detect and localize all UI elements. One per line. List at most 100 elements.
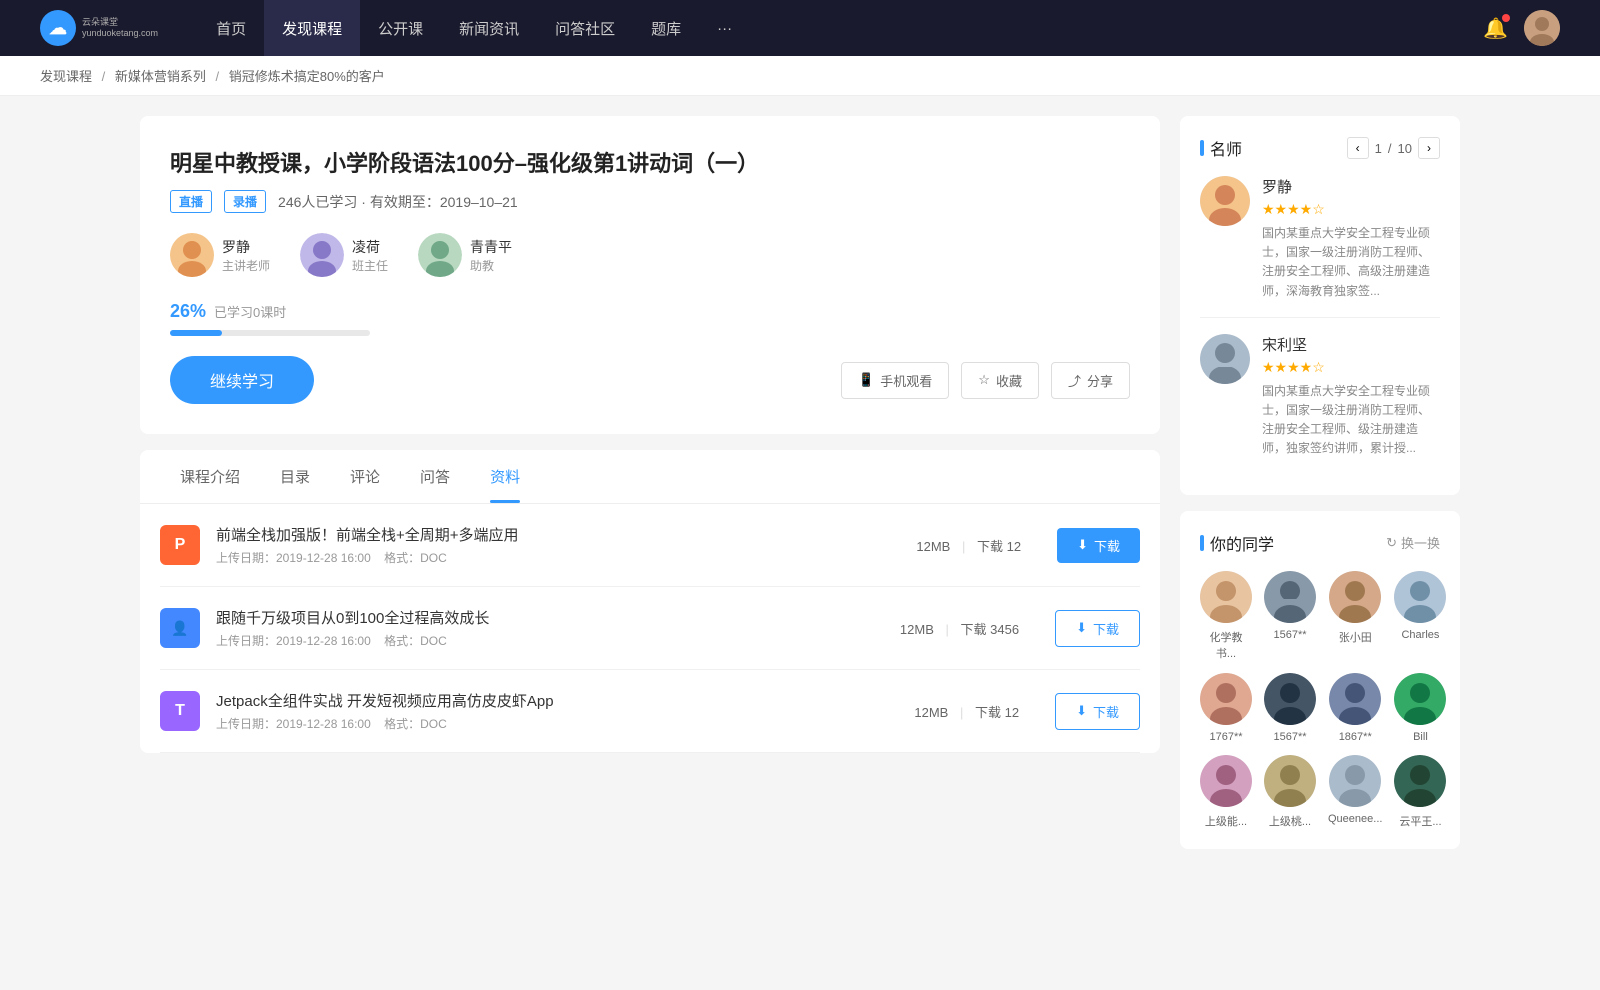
teacher-card-title: 名师 (1200, 136, 1242, 160)
refresh-btn[interactable]: ↻ 换一换 (1386, 533, 1440, 552)
file-name-3: Jetpack全组件实战 开发短视频应用高仿皮皮虾App (216, 690, 878, 711)
tab-intro[interactable]: 课程介绍 (160, 450, 260, 503)
nav-item-qa[interactable]: 问答社区 (537, 0, 633, 56)
progress-bar-bg (170, 330, 370, 336)
breadcrumb-item-1[interactable]: 发现课程 (40, 69, 92, 84)
tab-qa[interactable]: 问答 (400, 450, 470, 503)
pagination-next[interactable]: › (1418, 137, 1440, 159)
mobile-btn[interactable]: 📱 手机观看 (841, 362, 949, 399)
classmate-12[interactable]: 云平王... (1394, 755, 1446, 829)
download-btn-3[interactable]: ⬇ 下载 (1055, 693, 1140, 730)
sidebar-teacher-2-avatar (1200, 334, 1250, 384)
sidebar-teacher-1-stars: ★★★★☆ (1262, 201, 1440, 218)
file-name-2: 跟随千万级项目从0到100全过程高效成长 (216, 607, 864, 628)
nav-item-news[interactable]: 新闻资讯 (441, 0, 537, 56)
refresh-icon: ↻ (1386, 535, 1397, 551)
classmate-2-avatar (1264, 571, 1316, 623)
nav-item-more[interactable]: ··· (699, 0, 750, 56)
file-stats-2: 12MB | 下载 3456 (900, 619, 1019, 638)
classmate-5-name: 1767** (1209, 731, 1242, 743)
breadcrumb-sep-2: / (216, 69, 220, 84)
file-icon-3: T (160, 691, 200, 731)
classmate-3[interactable]: 张小田 (1328, 571, 1382, 661)
file-meta-3: 上传日期：2019-12-28 16:00 格式：DOC (216, 715, 878, 732)
classmate-10-avatar (1264, 755, 1316, 807)
classmate-11-avatar (1329, 755, 1381, 807)
classmate-1-avatar (1200, 571, 1252, 623)
file-icon-2: 👤 (160, 608, 200, 648)
classmates-grid: 化学教书... 1567** 张小田 (1200, 571, 1440, 829)
sidebar-teacher-2-body: 宋利坚 ★★★★☆ 国内某重点大学安全工程专业硕士，国家一级注册消防工程师、注册… (1262, 334, 1440, 459)
teacher-2-avatar (300, 233, 344, 277)
tabs-card: 课程介绍 目录 评论 问答 资料 P 前端全栈加强版！前端全栈+全周期+多端应用… (140, 450, 1160, 753)
teachers-list: 罗静 主讲老师 凌荷 班主任 (170, 233, 1130, 277)
tab-review[interactable]: 评论 (330, 450, 400, 503)
breadcrumb: 发现课程 / 新媒体营销系列 / 销冠修炼术搞定80%的客户 (0, 56, 1600, 96)
file-stats-3: 12MB | 下载 12 (914, 702, 1019, 721)
tabs-header: 课程介绍 目录 评论 问答 资料 (140, 450, 1160, 504)
nav-item-discover[interactable]: 发现课程 (264, 0, 360, 56)
nav-item-home[interactable]: 首页 (198, 0, 264, 56)
share-btn[interactable]: ⤴ 分享 (1051, 362, 1130, 399)
course-actions: 继续学习 📱 手机观看 ☆ 收藏 ⤴ 分享 (170, 356, 1130, 404)
progress-info: 26% 已学习0课时 (170, 301, 1130, 322)
action-btns: 📱 手机观看 ☆ 收藏 ⤴ 分享 (841, 362, 1130, 399)
breadcrumb-item-3[interactable]: 销冠修炼术搞定80%的客户 (229, 69, 385, 84)
classmate-9[interactable]: 上级能... (1200, 755, 1252, 829)
progress-percent: 26% (170, 301, 206, 322)
download-btn-1[interactable]: ⬇ 下载 (1057, 528, 1140, 563)
classmate-8[interactable]: Bill (1394, 673, 1446, 743)
classmate-9-name: 上级能... (1205, 813, 1247, 829)
classmate-5[interactable]: 1767** (1200, 673, 1252, 743)
classmate-10[interactable]: 上级桃... (1264, 755, 1316, 829)
sidebar: 名师 ‹ 1 / 10 › (1180, 116, 1460, 865)
continue-btn[interactable]: 继续学习 (170, 356, 314, 404)
course-card: 明星中教授课，小学阶段语法100分–强化级第1讲动词（一） 直播 录播 246人… (140, 116, 1160, 434)
teacher-card-header: 名师 ‹ 1 / 10 › (1200, 136, 1440, 160)
classmate-7[interactable]: 1867** (1328, 673, 1382, 743)
teacher-3-role: 助教 (470, 257, 512, 274)
nav-item-question[interactable]: 题库 (633, 0, 699, 56)
file-item-2: 👤 跟随千万级项目从0到100全过程高效成长 上传日期：2019-12-28 1… (160, 587, 1140, 670)
teacher-3-info: 青青平 助教 (470, 237, 512, 274)
sidebar-teacher-1-avatar (1200, 176, 1250, 226)
sidebar-teacher-1-body: 罗静 ★★★★☆ 国内某重点大学安全工程专业硕士，国家一级注册消防工程师、注册安… (1262, 176, 1440, 301)
pagination-prev[interactable]: ‹ (1347, 137, 1369, 159)
teacher-2-role: 班主任 (352, 257, 388, 274)
teacher-2-name: 凌荷 (352, 237, 388, 257)
file-item-3: T Jetpack全组件实战 开发短视频应用高仿皮皮虾App 上传日期：2019… (160, 670, 1140, 753)
nav-item-open[interactable]: 公开课 (360, 0, 441, 56)
classmate-12-avatar (1394, 755, 1446, 807)
download-icon-3: ⬇ (1076, 703, 1087, 719)
classmate-11[interactable]: Queenee... (1328, 755, 1382, 829)
tab-material[interactable]: 资料 (470, 450, 540, 503)
file-meta-2: 上传日期：2019-12-28 16:00 格式：DOC (216, 632, 864, 649)
navbar: ☁ 云朵课堂 yunduoketang.com 首页 发现课程 公开课 新闻资讯… (0, 0, 1600, 56)
nav-right: 🔔 (1483, 10, 1560, 46)
file-icon-1: P (160, 525, 200, 565)
logo[interactable]: ☁ 云朵课堂 yunduoketang.com (40, 10, 158, 46)
course-meta-text: 246人已学习 · 有效期至：2019–10–21 (278, 192, 518, 212)
teacher-divider (1200, 317, 1440, 318)
classmate-11-name: Queenee... (1328, 813, 1382, 825)
bell-dot (1502, 14, 1510, 22)
classmate-6[interactable]: 1567** (1264, 673, 1316, 743)
user-avatar[interactable] (1524, 10, 1560, 46)
classmate-7-name: 1867** (1339, 731, 1372, 743)
tab-catalog[interactable]: 目录 (260, 450, 330, 503)
collect-btn[interactable]: ☆ 收藏 (961, 362, 1039, 399)
classmate-6-name: 1567** (1273, 731, 1306, 743)
sidebar-teacher-2: 宋利坚 ★★★★☆ 国内某重点大学安全工程专业硕士，国家一级注册消防工程师、注册… (1200, 334, 1440, 459)
bell-icon[interactable]: 🔔 (1483, 16, 1508, 41)
file-item-1: P 前端全栈加强版！前端全栈+全周期+多端应用 上传日期：2019-12-28 … (160, 504, 1140, 587)
classmate-1[interactable]: 化学教书... (1200, 571, 1252, 661)
breadcrumb-item-2[interactable]: 新媒体营销系列 (115, 69, 206, 84)
pagination-current: 1 (1375, 141, 1382, 156)
classmate-4[interactable]: Charles (1394, 571, 1446, 661)
classmate-7-avatar (1329, 673, 1381, 725)
download-btn-2[interactable]: ⬇ 下载 (1055, 610, 1140, 647)
classmate-2[interactable]: 1567** (1264, 571, 1316, 661)
file-list: P 前端全栈加强版！前端全栈+全周期+多端应用 上传日期：2019-12-28 … (140, 504, 1160, 753)
teacher-3-name: 青青平 (470, 237, 512, 257)
classmate-9-avatar (1200, 755, 1252, 807)
